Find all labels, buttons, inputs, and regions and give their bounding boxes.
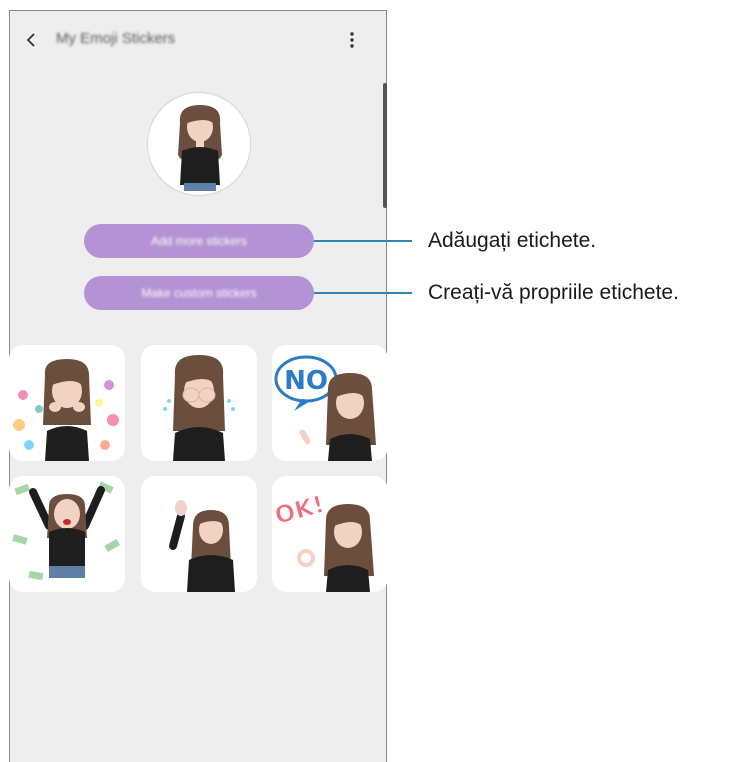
more-vertical-icon	[350, 32, 354, 48]
make-custom-stickers-label: Make custom stickers	[141, 286, 257, 300]
crying-sticker-icon	[163, 355, 235, 461]
chevron-left-icon	[26, 33, 35, 47]
sticker-crying[interactable]	[141, 345, 257, 461]
profile-avatar[interactable]	[147, 92, 251, 196]
make-custom-stickers-button[interactable]: Make custom stickers	[84, 276, 314, 310]
money-sticker-icon	[12, 481, 121, 581]
scrollbar[interactable]	[383, 83, 387, 208]
sticker-hearts[interactable]	[9, 345, 125, 461]
hearts-sticker-icon	[13, 359, 119, 461]
emoji-avatar-icon	[178, 105, 222, 191]
callout-custom-stickers: Creați-vă propriile etichete.	[428, 281, 679, 304]
sticker-ok[interactable]: OK!	[272, 476, 388, 592]
callout-add-stickers: Adăugați etichete.	[428, 229, 597, 252]
page-title: My Emoji Stickers	[56, 30, 176, 47]
no-sticker-text: NO	[284, 366, 328, 396]
add-more-stickers-button[interactable]: Add more stickers	[84, 224, 314, 258]
sticker-money[interactable]	[9, 476, 125, 592]
waving-sticker-icon	[169, 500, 235, 592]
sticker-waving[interactable]	[141, 476, 257, 592]
callout-line-add	[314, 240, 412, 242]
add-more-stickers-label: Add more stickers	[150, 234, 248, 248]
more-options-button[interactable]	[344, 30, 360, 50]
back-button[interactable]	[20, 28, 44, 52]
callout-line-custom	[314, 292, 412, 294]
ok-sticker-text: OK!	[272, 490, 327, 530]
ok-sticker-icon: OK!	[272, 490, 374, 592]
no-sticker-icon: NO	[274, 355, 376, 461]
sticker-no[interactable]: NO	[272, 345, 388, 461]
